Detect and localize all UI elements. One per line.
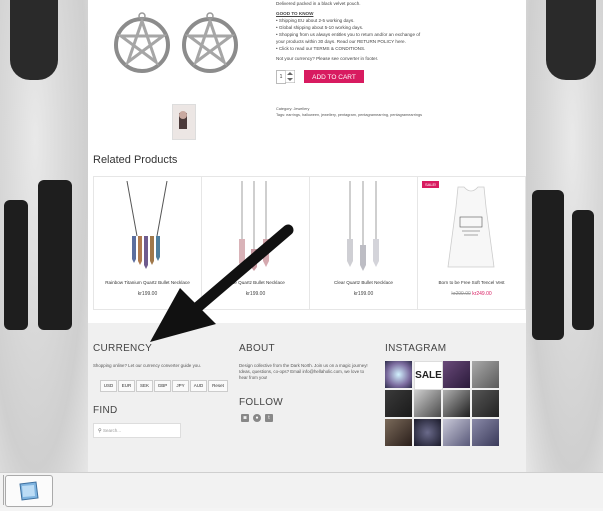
product-description: Delivered packed in a black velvet pouch…: [276, 0, 526, 62]
search-placeholder: Search...: [102, 428, 121, 433]
necklace-image: [347, 181, 379, 271]
product-thumbnail[interactable]: [172, 104, 196, 140]
instagram-photo[interactable]: [385, 361, 412, 388]
follow-heading: FOLLOW: [239, 397, 284, 408]
instagram-photo[interactable]: [443, 390, 470, 417]
currency-sek-button[interactable]: SEK: [136, 380, 153, 392]
thumbnail-image: [179, 111, 187, 129]
product-name[interactable]: Born to be Free Soft Tencel Vest: [418, 280, 525, 285]
product-price: kr299.00 kr249.00: [418, 291, 525, 297]
pinterest-icon[interactable]: ●: [253, 414, 261, 422]
find-heading: FIND: [93, 405, 118, 416]
sale-price: kr249.00: [472, 291, 492, 297]
good-to-know-heading: GOOD TO KNOW: [276, 11, 314, 16]
instagram-photo[interactable]: [414, 419, 441, 446]
currency-usd-button[interactable]: USD: [100, 380, 117, 392]
old-price: kr299.00: [451, 291, 471, 297]
taskbar: [0, 472, 603, 508]
background-left-model: [0, 0, 88, 472]
product-image-pentagram-earrings[interactable]: [110, 0, 245, 90]
tumblr-icon[interactable]: t: [265, 414, 273, 422]
product-card[interactable]: Clear Quartz Bullet Necklace kr199.00: [309, 176, 418, 310]
shipping-bullet: • Shipping EU about 2-5 working days.: [276, 18, 355, 23]
currency-reset-button[interactable]: Reset: [208, 380, 228, 392]
instagram-photo[interactable]: [443, 419, 470, 446]
currency-gbp-button[interactable]: GBP: [154, 380, 171, 392]
instagram-photo[interactable]: [414, 390, 441, 417]
add-to-cart-button[interactable]: ADD TO CART: [304, 70, 364, 83]
shipping-bullet: • Global shipping about 5-10 working day…: [276, 25, 364, 30]
taskbar-app-button[interactable]: [5, 475, 53, 507]
instagram-photo-sale[interactable]: SALE: [414, 361, 443, 390]
instagram-photo[interactable]: [472, 390, 499, 417]
instagram-photo[interactable]: [443, 361, 470, 388]
sale-badge: SALE!: [422, 181, 440, 188]
currency-jpy-button[interactable]: JPY: [172, 380, 189, 392]
product-card[interactable]: SALE! Born to be Free Soft Tencel Vest k…: [417, 176, 526, 310]
currency-text: Shopping online? Let our currency conver…: [93, 363, 201, 368]
currency-note: Not your currency? Please see converter …: [276, 56, 379, 61]
background-right-model: [526, 0, 603, 472]
quantity-stepper[interactable]: [285, 70, 295, 83]
delivery-note: Delivered packed in a black velvet pouch…: [276, 1, 361, 6]
instagram-heading: INSTAGRAM: [385, 343, 447, 354]
tags-label: Tags: earrings, halloween, jewellery, pe…: [276, 113, 422, 117]
vest-image: [447, 186, 495, 268]
product-price: kr199.00: [353, 291, 374, 297]
product-name[interactable]: Clear Quartz Bullet Necklace: [310, 280, 417, 285]
instagram-photo[interactable]: [385, 419, 412, 446]
search-icon: ⚲: [98, 428, 102, 434]
annotation-arrow: [150, 224, 294, 342]
instagram-photo[interactable]: [385, 390, 412, 417]
taskbar-edge: [0, 475, 4, 505]
related-products-title: Related Products: [93, 154, 178, 166]
search-input[interactable]: ⚲ Search...: [93, 423, 181, 438]
currency-eur-button[interactable]: EUR: [118, 380, 135, 392]
about-text: Design collective from the Dark North. J…: [239, 363, 368, 380]
product-meta: Category: Jewellery Tags: earrings, hall…: [276, 106, 456, 118]
return-policy-bullet[interactable]: • Shopping from us always entitles you t…: [276, 31, 426, 45]
currency-aud-button[interactable]: AUD: [190, 380, 207, 392]
terms-bullet[interactable]: • Click to read our TERMS & CONDITIONS.: [276, 45, 526, 52]
instagram-icon[interactable]: ◙: [241, 414, 249, 422]
app-icon: [19, 481, 39, 501]
instagram-photo[interactable]: [472, 361, 499, 388]
instagram-photo[interactable]: [472, 419, 499, 446]
